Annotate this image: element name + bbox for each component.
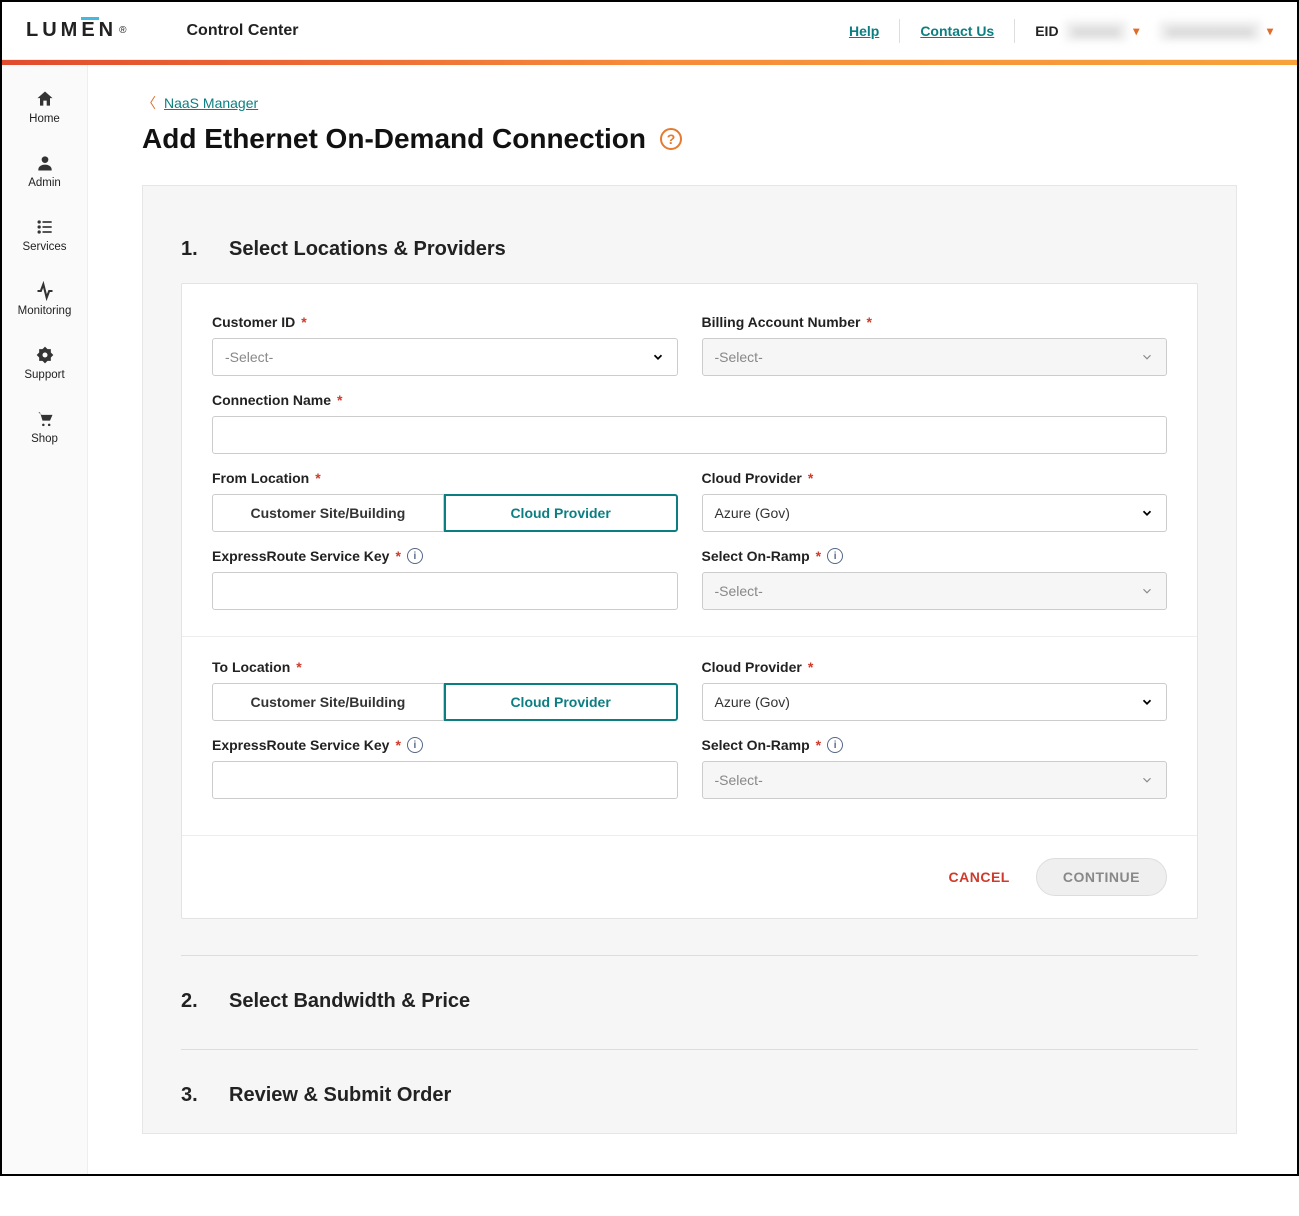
page-title: Add Ethernet On-Demand Connection [142, 123, 646, 155]
er-key-b-input[interactable] [212, 761, 678, 799]
logo[interactable]: LUMEN® [26, 19, 127, 42]
chevron-down-icon: ▾ [1267, 24, 1273, 38]
breadcrumb-link[interactable]: NaaS Manager [164, 95, 258, 111]
activity-icon [35, 281, 55, 301]
divider [899, 19, 900, 43]
sidebar-item-label: Shop [31, 433, 58, 445]
info-icon[interactable]: i [407, 737, 423, 753]
to-loc-cloud-provider[interactable]: Cloud Provider [444, 683, 678, 721]
divider [181, 955, 1198, 956]
chevron-down-icon [1140, 350, 1154, 364]
divider [181, 1049, 1198, 1050]
step-number: 1. [181, 238, 201, 261]
divider [182, 636, 1197, 637]
breadcrumb: 〈 NaaS Manager [142, 93, 1237, 113]
actions-row: CANCEL CONTINUE [182, 835, 1197, 918]
cloud-provider-a-select[interactable]: Azure (Gov) [702, 494, 1168, 532]
list-icon [35, 217, 55, 237]
ban-label: Billing Account Number* [702, 314, 1168, 330]
from-loc-cloud-provider[interactable]: Cloud Provider [444, 494, 678, 532]
contact-link[interactable]: Contact Us [920, 23, 994, 39]
from-loc-customer-site[interactable]: Customer Site/Building [212, 494, 444, 532]
app-name: Control Center [187, 22, 299, 40]
er-key-b-label: ExpressRoute Service Key* i [212, 737, 678, 753]
sidebar-item-support[interactable]: Support [2, 335, 87, 399]
sidebar-item-label: Home [29, 113, 60, 125]
sidebar-item-shop[interactable]: Shop [2, 399, 87, 463]
step-number: 3. [181, 1084, 201, 1107]
chevron-down-icon [651, 350, 665, 364]
chevron-down-icon [1140, 773, 1154, 787]
ban-select[interactable]: -Select- [702, 338, 1168, 376]
onramp-a-label: Select On-Ramp* i [702, 548, 1168, 564]
wizard-panel: 1. Select Locations & Providers Customer… [142, 185, 1237, 1134]
eid-menu[interactable]: EID xxxxxx ▾ [1035, 21, 1139, 41]
info-icon[interactable]: i [827, 737, 843, 753]
sidebar-item-label: Support [24, 369, 64, 381]
sidebar-item-home[interactable]: Home [2, 79, 87, 143]
chevron-down-icon [1140, 506, 1154, 520]
step-title: Select Bandwidth & Price [229, 990, 470, 1013]
eid-label: EID [1035, 23, 1058, 39]
home-icon [35, 89, 55, 109]
main: 〈 NaaS Manager Add Ethernet On-Demand Co… [88, 65, 1297, 1174]
to-location-toggle: Customer Site/Building Cloud Provider [212, 683, 678, 721]
chevron-left-icon: 〈 [142, 93, 156, 113]
sidebar-item-monitoring[interactable]: Monitoring [2, 271, 87, 335]
to-loc-customer-site[interactable]: Customer Site/Building [212, 683, 444, 721]
info-icon[interactable]: i [407, 548, 423, 564]
onramp-b-label: Select On-Ramp* i [702, 737, 1168, 753]
cloud-provider-a-label: Cloud Provider* [702, 470, 1168, 486]
connection-name-input[interactable] [212, 416, 1167, 454]
chevron-down-icon [1140, 695, 1154, 709]
er-key-a-label: ExpressRoute Service Key* i [212, 548, 678, 564]
sidebar-item-label: Admin [28, 177, 61, 189]
chevron-down-icon [1140, 584, 1154, 598]
help-icon[interactable]: ? [660, 128, 682, 150]
connection-name-label: Connection Name* [212, 392, 1167, 408]
account-value-redacted: xxxxxxxxxxx [1159, 21, 1261, 41]
customer-id-label: Customer ID* [212, 314, 678, 330]
cart-icon [35, 409, 55, 429]
step-title: Select Locations & Providers [229, 238, 506, 261]
onramp-a-select[interactable]: -Select- [702, 572, 1168, 610]
to-location-label: To Location* [212, 659, 678, 675]
info-icon[interactable]: i [827, 548, 843, 564]
sidebar-item-label: Monitoring [18, 305, 72, 317]
from-location-label: From Location* [212, 470, 678, 486]
continue-button[interactable]: CONTINUE [1036, 858, 1167, 896]
step-2-heading: 2. Select Bandwidth & Price [181, 990, 1198, 1013]
from-location-toggle: Customer Site/Building Cloud Provider [212, 494, 678, 532]
cloud-provider-b-select[interactable]: Azure (Gov) [702, 683, 1168, 721]
cloud-provider-b-label: Cloud Provider* [702, 659, 1168, 675]
step-1-heading: 1. Select Locations & Providers [181, 238, 1198, 261]
support-icon [35, 345, 55, 365]
chevron-down-icon: ▾ [1133, 24, 1139, 38]
sidebar-item-label: Services [22, 241, 66, 253]
cancel-button[interactable]: CANCEL [949, 869, 1010, 885]
divider [1014, 19, 1015, 43]
eid-value-redacted: xxxxxx [1065, 21, 1128, 41]
step-title: Review & Submit Order [229, 1084, 451, 1107]
topbar: LUMEN® Control Center Help Contact Us EI… [2, 2, 1297, 60]
sidebar: Home Admin Services Monitoring [2, 65, 88, 1174]
sidebar-item-admin[interactable]: Admin [2, 143, 87, 207]
step-3-heading: 3. Review & Submit Order [181, 1084, 1198, 1107]
er-key-a-input[interactable] [212, 572, 678, 610]
step-number: 2. [181, 990, 201, 1013]
user-icon [35, 153, 55, 173]
form-card: Customer ID* -Select- Billing [181, 283, 1198, 919]
onramp-b-select[interactable]: -Select- [702, 761, 1168, 799]
sidebar-item-services[interactable]: Services [2, 207, 87, 271]
account-menu[interactable]: xxxxxxxxxxx ▾ [1159, 21, 1273, 41]
help-link[interactable]: Help [849, 23, 879, 39]
customer-id-select[interactable]: -Select- [212, 338, 678, 376]
